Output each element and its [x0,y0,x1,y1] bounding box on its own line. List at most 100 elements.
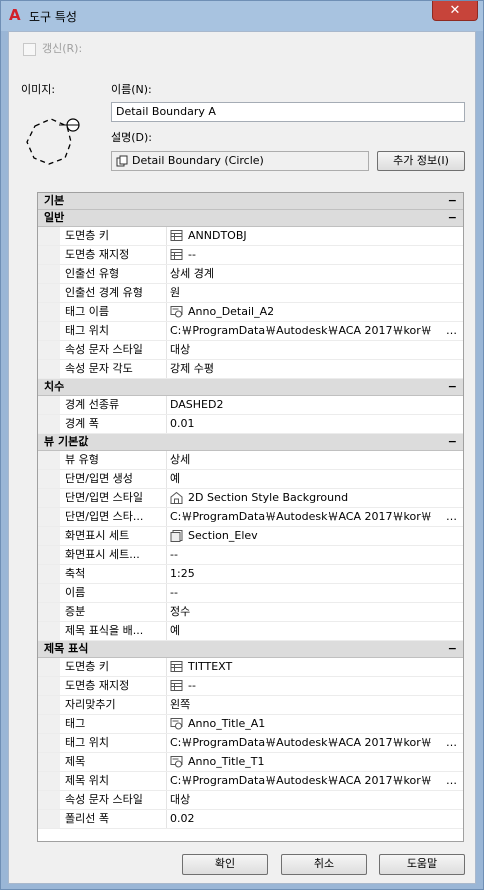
property-value[interactable]: 대상 [167,791,463,809]
property-name: 경계 폭 [60,415,167,433]
browse-ellipsis-button[interactable]: … [446,508,457,526]
property-row[interactable]: 인출선 유형 상세 경계 [38,265,463,284]
property-value-text: -- [170,548,178,561]
property-value-text: 0.02 [170,812,195,825]
collapse-toggle-icon[interactable]: − [448,641,457,657]
title-bar[interactable]: A 도구 특성 ✕ [1,1,483,31]
property-value[interactable]: ANNDTOBJ [167,227,463,245]
property-value[interactable]: TITTEXT [167,658,463,676]
browse-ellipsis-button[interactable]: … [446,322,457,340]
collapse-toggle-icon[interactable]: − [448,434,457,450]
property-value[interactable]: Anno_Title_A1 [167,715,463,733]
property-row[interactable]: 제목 표식을 배... 예 [38,622,463,641]
property-value[interactable]: Section_Elev [167,527,463,545]
property-value[interactable]: 상세 경계 [167,265,463,283]
property-row[interactable]: 화면표시 세트 Section_Elev [38,527,463,546]
collapse-toggle-icon[interactable]: − [448,193,457,209]
row-margin [38,715,60,733]
category-title: 기본 [44,194,65,207]
category-header[interactable]: 뷰 기본값 − [38,434,463,451]
more-info-button[interactable]: 추가 정보(I) [377,151,465,171]
category-header[interactable]: 제목 표식 − [38,641,463,658]
property-value[interactable]: -- [167,584,463,602]
property-value-text: C:￦ProgramData￦Autodesk￦ACA 2017￦kor￦ [170,736,432,749]
property-row[interactable]: 단면/입면 스타... C:￦ProgramData￦Autodesk￦ACA 2… [38,508,463,527]
property-row[interactable]: 단면/입면 스타일 2D Section Style Background [38,489,463,508]
row-margin [38,341,60,359]
layer-table-icon [170,249,183,260]
property-value[interactable]: 대상 [167,341,463,359]
property-value[interactable]: DASHED2 [167,396,463,414]
autocad-app-icon: A [9,6,21,24]
property-value[interactable]: 0.02 [167,810,463,828]
property-row[interactable]: 도면층 키 TITTEXT [38,658,463,677]
property-row[interactable]: 태그 위치 C:￦ProgramData￦Autodesk￦ACA 2017￦ko… [38,322,463,341]
category-header[interactable]: 치수 − [38,379,463,396]
property-value-text: 0.01 [170,417,195,430]
property-grid[interactable]: 기본 − 일반 − 도면층 키 ANNDTOBJ 도면층 재지정 -- 인출선 유형 상세 경계 인… [37,192,464,842]
property-value[interactable]: 원 [167,284,463,302]
browse-ellipsis-button[interactable]: … [446,772,457,790]
property-name: 경계 선종류 [60,396,167,414]
property-row[interactable]: 증분 정수 [38,603,463,622]
property-value[interactable]: C:￦ProgramData￦Autodesk￦ACA 2017￦kor￦ … [167,734,463,752]
property-row[interactable]: 축척 1:25 [38,565,463,584]
property-name: 단면/입면 생성 [60,470,167,488]
row-margin [38,246,60,264]
property-value[interactable]: -- [167,546,463,564]
property-value-text: C:￦ProgramData￦Autodesk￦ACA 2017￦kor￦ [170,510,432,523]
property-row[interactable]: 경계 선종류 DASHED2 [38,396,463,415]
property-value-text: 1:25 [170,567,195,580]
property-value[interactable]: 2D Section Style Background [167,489,463,507]
property-row[interactable]: 속성 문자 스타일 대상 [38,791,463,810]
property-row[interactable]: 폴리선 폭 0.02 [38,810,463,829]
property-row[interactable]: 화면표시 세트... -- [38,546,463,565]
property-value[interactable]: 예 [167,470,463,488]
property-value[interactable]: 강제 수평 [167,360,463,378]
browse-ellipsis-button[interactable]: … [446,734,457,752]
property-row[interactable]: 태그 Anno_Title_A1 [38,715,463,734]
description-field[interactable]: Detail Boundary (Circle) [111,151,369,171]
property-row[interactable]: 태그 위치 C:￦ProgramData￦Autodesk￦ACA 2017￦ko… [38,734,463,753]
image-label: 이미지: [21,83,56,96]
property-value[interactable]: 왼쪽 [167,696,463,714]
property-value[interactable]: 1:25 [167,565,463,583]
property-value[interactable]: -- [167,246,463,264]
property-value[interactable]: C:￦ProgramData￦Autodesk￦ACA 2017￦kor￦… [167,772,463,790]
close-button[interactable]: ✕ [432,1,478,21]
property-row[interactable]: 이름 -- [38,584,463,603]
property-row[interactable]: 도면층 재지정 -- [38,677,463,696]
property-row[interactable]: 속성 문자 각도 강제 수평 [38,360,463,379]
update-checkbox[interactable] [23,42,36,56]
category-header[interactable]: 일반 − [38,210,463,227]
update-checkbox-row[interactable]: 갱신(R): [23,40,82,56]
property-row[interactable]: 인출선 경계 유형 원 [38,284,463,303]
property-value[interactable]: 상세 [167,451,463,469]
property-row[interactable]: 도면층 재지정 -- [38,246,463,265]
property-row[interactable]: 태그 이름 Anno_Detail_A2 [38,303,463,322]
property-name: 자리맞추기 [60,696,167,714]
property-row[interactable]: 도면층 키 ANNDTOBJ [38,227,463,246]
property-row[interactable]: 자리맞추기 왼쪽 [38,696,463,715]
collapse-toggle-icon[interactable]: − [448,210,457,226]
property-row[interactable]: 제목 Anno_Title_T1 [38,753,463,772]
property-row[interactable]: 경계 폭 0.01 [38,415,463,434]
property-value[interactable]: -- [167,677,463,695]
property-value[interactable]: Anno_Title_T1 [167,753,463,771]
cancel-button[interactable]: 취소 [281,854,367,875]
property-row[interactable]: 단면/입면 생성 예 [38,470,463,489]
property-row[interactable]: 속성 문자 스타일 대상 [38,341,463,360]
name-input[interactable]: Detail Boundary A [111,102,465,122]
property-value[interactable]: C:￦ProgramData￦Autodesk￦ACA 2017￦kor￦ … [167,508,463,526]
category-header[interactable]: 기본 − [38,193,463,210]
property-row[interactable]: 제목 위치 C:￦ProgramData￦Autodesk￦ACA 2017￦ko… [38,772,463,791]
collapse-toggle-icon[interactable]: − [448,379,457,395]
ok-button[interactable]: 확인 [182,854,268,875]
property-row[interactable]: 뷰 유형 상세 [38,451,463,470]
property-value[interactable]: 0.01 [167,415,463,433]
help-button[interactable]: 도움말 [379,854,465,875]
property-value[interactable]: 정수 [167,603,463,621]
property-value[interactable]: 예 [167,622,463,640]
property-value[interactable]: C:￦ProgramData￦Autodesk￦ACA 2017￦kor￦… [167,322,463,340]
property-value[interactable]: Anno_Detail_A2 [167,303,463,321]
